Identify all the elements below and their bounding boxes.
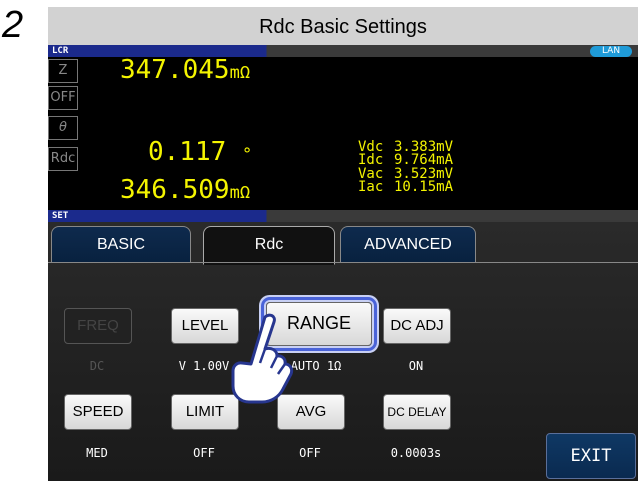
freq-value: DC <box>89 359 105 373</box>
set-status-strip: SET <box>48 210 638 222</box>
param-rdc-label[interactable]: Rdc <box>48 147 78 171</box>
rdc-value-number: 346.509 <box>120 175 230 205</box>
tab-divider <box>48 262 638 263</box>
monitor-iac: Iac 10.15mA <box>358 179 454 195</box>
step-number: 2 <box>2 4 24 46</box>
exit-button[interactable]: EXIT <box>546 433 636 479</box>
monitor-iac-key: Iac <box>358 179 384 195</box>
param-off-label[interactable]: OFF <box>48 86 78 110</box>
tab-advanced[interactable]: ADVANCED <box>340 226 476 263</box>
param-z-label[interactable]: Z <box>48 59 78 83</box>
monitor-iac-value: 10.15mA <box>394 179 454 195</box>
dc-adj-button[interactable]: DC ADJ <box>383 308 451 344</box>
tab-basic[interactable]: BASIC <box>51 226 191 263</box>
param-theta-label[interactable]: θ <box>48 116 78 140</box>
z-value-unit: mΩ <box>229 63 251 83</box>
limit-value: OFF <box>193 446 215 460</box>
freq-button: FREQ <box>64 308 132 344</box>
theta-value-unit: ° <box>241 145 253 165</box>
settings-panel: BASIC Rdc ADVANCED FREQ LEVEL RANGE DC A… <box>48 222 638 481</box>
set-label: SET <box>52 211 69 221</box>
dc-delay-value: 0.0003s <box>390 446 442 460</box>
theta-value-number: 0.117 <box>148 137 227 167</box>
theta-value: 0.117 ° <box>148 137 252 167</box>
speed-value: MED <box>86 446 108 460</box>
z-value-number: 347.045 <box>120 55 230 85</box>
rdc-value-unit: mΩ <box>229 183 251 203</box>
page-title: Rdc Basic Settings <box>48 7 638 45</box>
rdc-value: 346.509mΩ <box>120 175 250 205</box>
tab-rdc[interactable]: Rdc <box>203 226 335 265</box>
dc-delay-button[interactable]: DC DELAY <box>383 394 451 430</box>
speed-button[interactable]: SPEED <box>64 394 132 430</box>
lcr-label: LCR <box>52 46 69 56</box>
instrument-screen: LCR LAN Z OFF θ Rdc 347.045mΩ 0.117 ° 34… <box>48 45 638 481</box>
avg-value: OFF <box>299 446 321 460</box>
z-value: 347.045mΩ <box>120 55 250 85</box>
lan-badge: LAN <box>590 46 632 57</box>
pointing-hand-icon <box>231 313 294 404</box>
dc-adj-value: ON <box>408 359 424 373</box>
